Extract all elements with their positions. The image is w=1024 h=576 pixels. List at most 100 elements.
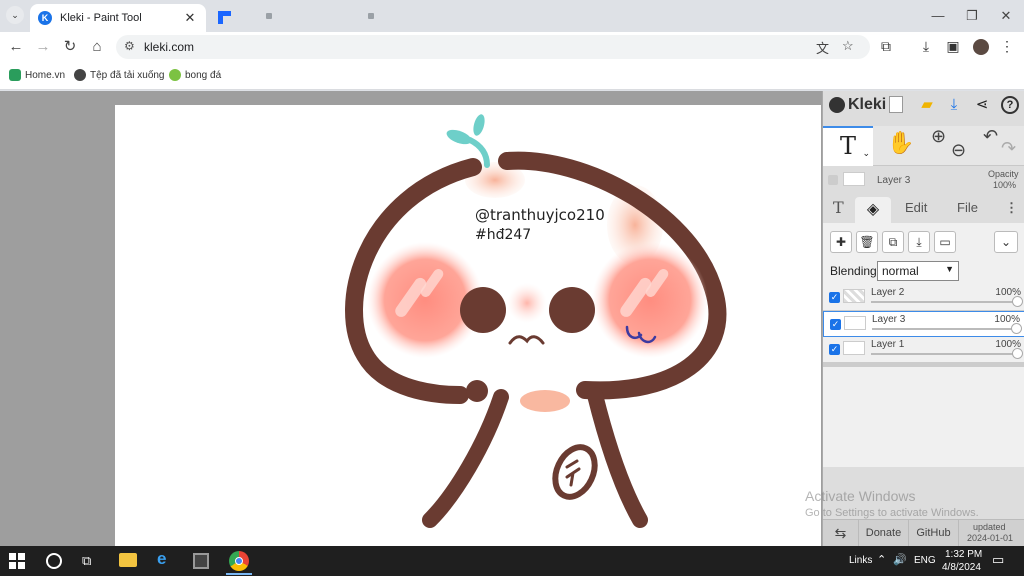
open-folder-icon[interactable]: ▰ [918, 96, 936, 114]
delete-layer-icon[interactable]: 🗑 [856, 231, 878, 253]
layer-row[interactable]: ✓ Layer 1 100% [823, 337, 1024, 363]
minimize-icon[interactable]: — [928, 6, 948, 26]
undo-icon[interactable]: ↶ [983, 126, 998, 147]
volume-icon[interactable]: 🔊 [893, 553, 907, 566]
bookmark-home-vn[interactable]: Home.vn [9, 69, 65, 81]
tab-kleki[interactable]: K Kleki - Paint Tool ✕ [30, 4, 206, 32]
expand-chevron-icon[interactable]: ⌄ [994, 231, 1018, 253]
add-layer-icon[interactable]: ✚ [830, 231, 852, 253]
tab-edit[interactable]: Edit [905, 200, 927, 215]
restore-icon[interactable]: ❐ [962, 6, 982, 26]
text-tool-icon[interactable]: T ⌄ [823, 126, 873, 166]
opacity-label: Opacity [988, 169, 1019, 179]
close-tab-icon[interactable]: ✕ [182, 10, 198, 26]
bookmark-bong-da[interactable]: bong đá [169, 69, 221, 81]
file-explorer-icon[interactable] [119, 553, 137, 567]
translate-icon[interactable]: 文 [816, 38, 829, 57]
layer-row[interactable]: ✓ Layer 2 100% [823, 285, 1024, 311]
layer-opacity-slider[interactable] [872, 328, 1016, 330]
home-vn-icon [9, 69, 21, 81]
kleki-logo-icon [829, 97, 845, 113]
tab-favicon-icon[interactable] [218, 11, 231, 24]
language-indicator[interactable]: ENG [914, 555, 936, 566]
slider-knob[interactable] [1012, 296, 1023, 307]
show-hidden-icons-icon[interactable]: ⌃ [877, 553, 886, 566]
new-image-icon[interactable] [889, 96, 903, 113]
canvas-area[interactable]: @tranthuyjco210 #hđ247 [0, 91, 822, 546]
save-download-icon[interactable]: ⤓ [945, 96, 963, 114]
profile-avatar[interactable] [973, 39, 989, 55]
layer-visible-checkbox[interactable]: ✓ [829, 344, 840, 355]
home-icon[interactable]: ⌂ [87, 37, 107, 57]
clock-time[interactable]: 1:32 PM [945, 549, 982, 560]
browser-toolbar: ← → ↻ ⌂ ⚙ kleki.com 文 ☆ ⧉ ⤓ ▣ ⋮ [0, 32, 1024, 62]
redo-icon[interactable]: ↷ [1001, 138, 1016, 159]
updated-label: updated [973, 522, 1006, 532]
back-icon[interactable]: ← [6, 37, 26, 57]
hand-tool-icon[interactable]: ✋ [887, 130, 914, 156]
forward-icon[interactable]: → [33, 37, 53, 57]
activate-windows-subtitle: Go to Settings to activate Windows. [805, 507, 979, 519]
address-bar[interactable]: ⚙ kleki.com 文 ☆ [116, 35, 870, 59]
task-view-icon[interactable]: ⧉ [82, 553, 102, 573]
tab-file[interactable]: File [957, 200, 978, 215]
links-toolbar[interactable]: Links [849, 555, 872, 566]
slider-knob[interactable] [1012, 348, 1023, 359]
layer-visible-checkbox[interactable]: ✓ [830, 319, 841, 330]
blending-label: Blending [830, 264, 877, 278]
bookmark-label: Home.vn [25, 69, 66, 81]
search-icon[interactable] [46, 553, 62, 569]
share-icon[interactable]: ⋖ [973, 96, 991, 114]
tab-text-icon[interactable]: T [833, 198, 844, 217]
layer-opacity-slider[interactable] [871, 353, 1015, 355]
help-icon[interactable]: ? [1001, 96, 1019, 114]
slider-knob[interactable] [1011, 323, 1022, 334]
football-icon [169, 69, 181, 81]
close-window-icon[interactable]: ✕ [996, 6, 1016, 26]
menu-icon[interactable]: ⋮ [998, 38, 1016, 55]
drawing-text-line1: @tranthuyjco210 [475, 206, 605, 224]
tab-placeholder-icon[interactable] [368, 13, 374, 19]
bookmark-star-icon[interactable]: ☆ [842, 38, 854, 54]
notifications-icon[interactable]: ▭ [992, 552, 1004, 568]
layer-thumbnail [843, 289, 865, 303]
edge-icon[interactable]: e [157, 549, 177, 569]
layer-list: ✓ Layer 2 100% ✓ Layer 3 100% ✓ Layer 1 … [823, 285, 1024, 367]
layer-opacity-slider[interactable] [871, 301, 1015, 303]
donate-link[interactable]: Donate [859, 520, 909, 547]
download-icon[interactable]: ⤓ [917, 38, 935, 55]
reload-icon[interactable]: ↻ [60, 37, 80, 57]
rename-layer-icon[interactable]: ▭ [934, 231, 956, 253]
github-link[interactable]: GitHub [909, 520, 959, 547]
url-text[interactable]: kleki.com [144, 40, 194, 54]
chrome-icon[interactable] [229, 551, 249, 571]
checkbox-icon[interactable] [828, 175, 838, 185]
site-info-icon[interactable]: ⚙ [124, 39, 135, 53]
active-layer-header: Layer 3 Opacity 100% [823, 167, 1024, 195]
extensions-icon[interactable]: ⧉ [877, 38, 895, 55]
dropdown-arrow-icon: ▼ [945, 264, 954, 274]
updated-date: 2024-01-01 [967, 533, 1014, 543]
layer-visible-checkbox[interactable]: ✓ [829, 292, 840, 303]
kleki-logo[interactable]: Kleki [829, 96, 886, 114]
drawing-canvas[interactable]: @tranthuyjco210 #hđ247 [115, 105, 821, 546]
sidepanel-icon[interactable]: ▣ [944, 38, 962, 55]
merge-down-icon[interactable]: ⤓ [908, 231, 930, 253]
clock-date[interactable]: 4/8/2024 [942, 562, 981, 573]
zoom-in-icon[interactable]: ⊕ [931, 126, 946, 147]
tab-search-chevron-icon[interactable]: ⌄ [6, 6, 24, 24]
blending-select[interactable]: normal ▼ [877, 261, 959, 281]
bookmark-downloads[interactable]: Tệp đã tải xuống [74, 69, 165, 81]
more-options-icon[interactable]: ⋮ [1005, 200, 1018, 216]
tab-placeholder-icon[interactable] [266, 13, 272, 19]
zoom-out-icon[interactable]: ⊖ [951, 140, 966, 161]
layer-name: Layer 1 [871, 339, 905, 350]
windows-start-icon[interactable] [9, 553, 25, 569]
kleki-side-panel: Kleki ▰ ⤓ ⋖ ? T ⌄ ✋ ⊕ ⊖ ↶ ↷ Layer 3 Opaci… [805, 91, 1024, 547]
tab-layers-icon[interactable]: ◈ [855, 197, 891, 223]
layer-row-selected[interactable]: ✓ Layer 3 100% [823, 311, 1024, 337]
store-icon[interactable] [193, 553, 209, 569]
duplicate-layer-icon[interactable]: ⧉ [882, 231, 904, 253]
active-layer-name: Layer 3 [877, 175, 911, 186]
swap-sides-icon[interactable]: ⇆ [823, 520, 859, 547]
